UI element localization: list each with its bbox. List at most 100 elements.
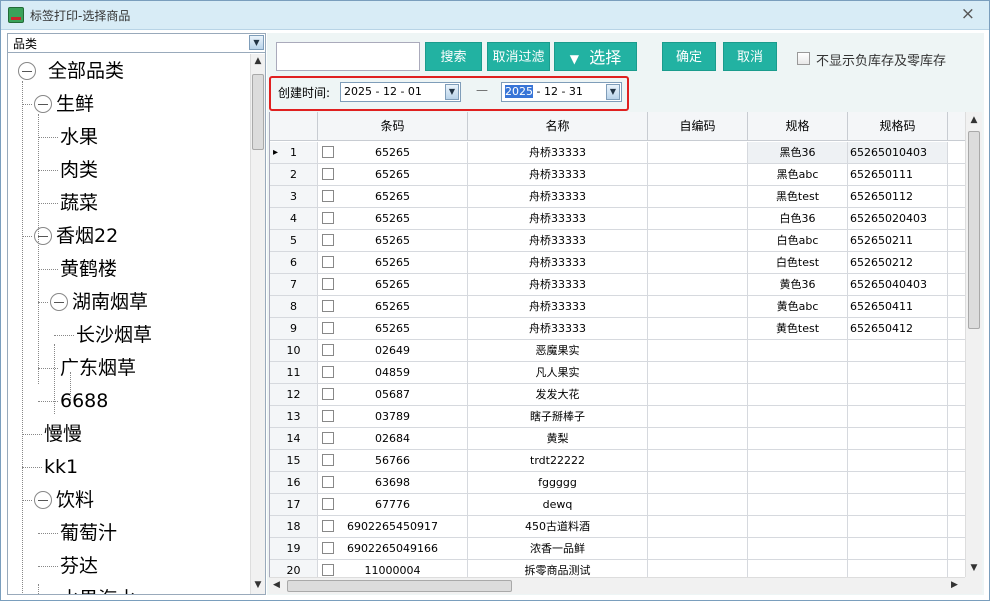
tree-item-label[interactable]: 全部品类 bbox=[48, 61, 124, 81]
hdr-barcode[interactable]: 条码 bbox=[318, 112, 468, 141]
tree-item-label[interactable]: 饮料 bbox=[56, 490, 94, 510]
row-header[interactable]: 9 bbox=[270, 318, 318, 340]
row-header[interactable]: 5 bbox=[270, 230, 318, 252]
tree-item-label[interactable]: 香烟22 bbox=[56, 226, 118, 246]
row-checkbox[interactable] bbox=[322, 146, 334, 158]
scroll-left-icon[interactable]: ◀ bbox=[273, 580, 280, 590]
spec-cell: 白色test bbox=[748, 252, 848, 274]
row-header[interactable]: 6 bbox=[270, 252, 318, 274]
collapse-toggle-icon[interactable] bbox=[34, 95, 52, 113]
row-checkbox[interactable] bbox=[322, 300, 334, 312]
tree-item-label[interactable]: 黄鹤楼 bbox=[60, 259, 117, 279]
hdr-code[interactable]: 自编码 bbox=[648, 112, 748, 141]
row-checkbox[interactable] bbox=[322, 256, 334, 268]
scroll-down-icon[interactable]: ▼ bbox=[251, 580, 265, 590]
row-header[interactable]: 14 bbox=[270, 428, 318, 450]
calendar-dropdown-icon[interactable]: ▼ bbox=[606, 84, 620, 100]
barcode-cell: 65265 bbox=[318, 142, 468, 164]
collapse-toggle-icon[interactable] bbox=[34, 227, 52, 245]
tree-item-label[interactable]: 生鲜 bbox=[56, 94, 94, 114]
close-icon[interactable]: × bbox=[961, 5, 975, 23]
row-checkbox[interactable] bbox=[322, 322, 334, 334]
row-checkbox[interactable] bbox=[322, 366, 334, 378]
tree-item-label[interactable]: 长沙烟草 bbox=[76, 325, 152, 345]
collapse-toggle-icon[interactable] bbox=[50, 293, 68, 311]
grid-hscroll-thumb[interactable] bbox=[287, 580, 512, 592]
row-header[interactable]: ▸ 1 bbox=[270, 142, 318, 164]
tree-item-label[interactable]: 水果汽水 bbox=[60, 589, 136, 594]
tree-item-label[interactable]: 蔬菜 bbox=[60, 193, 98, 213]
tree-item-label[interactable]: 芬达 bbox=[60, 556, 98, 576]
grid-vscroll-thumb[interactable] bbox=[968, 131, 980, 329]
chevron-down-icon[interactable]: ▼ bbox=[249, 35, 264, 50]
row-header[interactable]: 19 bbox=[270, 538, 318, 560]
scroll-right-icon[interactable]: ▶ bbox=[951, 580, 958, 590]
tree-item-label[interactable]: 水果 bbox=[60, 127, 98, 147]
row-header[interactable]: 4 bbox=[270, 208, 318, 230]
row-header[interactable]: 7 bbox=[270, 274, 318, 296]
start-date-picker[interactable]: 2025 - 12 - 01 ▼ bbox=[340, 82, 461, 102]
row-checkbox[interactable] bbox=[322, 168, 334, 180]
collapse-toggle-icon[interactable] bbox=[34, 491, 52, 509]
row-header[interactable]: 10 bbox=[270, 340, 318, 362]
row-header[interactable]: 16 bbox=[270, 472, 318, 494]
clear-filter-button[interactable]: 取消过滤 bbox=[487, 42, 550, 71]
select-dropdown-button[interactable]: ▼ 选择 bbox=[554, 42, 637, 71]
tree-scrollbar[interactable]: ▲ ▼ bbox=[250, 54, 265, 594]
row-checkbox[interactable] bbox=[322, 542, 334, 554]
filler-cell bbox=[948, 318, 965, 340]
row-checkbox[interactable] bbox=[322, 388, 334, 400]
code-cell bbox=[648, 318, 748, 340]
row-header[interactable]: 11 bbox=[270, 362, 318, 384]
tree-item-label[interactable]: 6688 bbox=[60, 391, 108, 411]
search-input[interactable] bbox=[276, 42, 420, 71]
barcode-text: 63698 bbox=[375, 476, 410, 489]
hdr-spec[interactable]: 规格 bbox=[748, 112, 848, 141]
scroll-down-icon[interactable]: ▼ bbox=[966, 563, 982, 573]
row-header[interactable]: 17 bbox=[270, 494, 318, 516]
scroll-up-icon[interactable]: ▲ bbox=[966, 115, 982, 125]
cancel-button[interactable]: 取消 bbox=[723, 42, 777, 71]
row-checkbox[interactable] bbox=[322, 410, 334, 422]
calendar-dropdown-icon[interactable]: ▼ bbox=[445, 84, 459, 100]
collapse-toggle-icon[interactable] bbox=[18, 62, 36, 80]
tree-item-label[interactable]: 慢慢 bbox=[44, 424, 82, 444]
row-header[interactable]: 15 bbox=[270, 450, 318, 472]
tree-item-label[interactable]: 葡萄汁 bbox=[60, 523, 117, 543]
row-checkbox[interactable] bbox=[322, 454, 334, 466]
row-checkbox[interactable] bbox=[322, 212, 334, 224]
row-checkbox[interactable] bbox=[322, 476, 334, 488]
row-checkbox[interactable] bbox=[322, 344, 334, 356]
tree-connector bbox=[38, 401, 58, 402]
confirm-button[interactable]: 确定 bbox=[662, 42, 716, 71]
scroll-up-icon[interactable]: ▲ bbox=[251, 56, 265, 66]
category-select[interactable]: 品类 ▼ bbox=[8, 34, 265, 53]
tree-item-label[interactable]: 广东烟草 bbox=[60, 358, 136, 378]
search-button[interactable]: 搜索 bbox=[425, 42, 482, 71]
grid-horizontal-scrollbar[interactable]: ◀ ▶ bbox=[269, 577, 965, 594]
row-header[interactable]: 12 bbox=[270, 384, 318, 406]
tree-scroll-thumb[interactable] bbox=[252, 74, 264, 150]
row-header[interactable]: 3 bbox=[270, 186, 318, 208]
row-checkbox[interactable] bbox=[322, 190, 334, 202]
row-checkbox[interactable] bbox=[322, 278, 334, 290]
hdr-name[interactable]: 名称 bbox=[468, 112, 648, 141]
row-checkbox[interactable] bbox=[322, 520, 334, 532]
row-header[interactable]: 20 bbox=[270, 560, 318, 577]
tree-item-label[interactable]: 湖南烟草 bbox=[72, 292, 148, 312]
row-checkbox[interactable] bbox=[322, 432, 334, 444]
row-header[interactable]: 18 bbox=[270, 516, 318, 538]
hdr-spec-code[interactable]: 规格码 bbox=[848, 112, 948, 141]
row-checkbox[interactable] bbox=[322, 498, 334, 510]
end-date-picker[interactable]: 2025 - 12 - 31 ▼ bbox=[501, 82, 622, 102]
hide-stock-checkbox[interactable] bbox=[797, 52, 810, 65]
row-checkbox[interactable] bbox=[322, 234, 334, 246]
row-header[interactable]: 13 bbox=[270, 406, 318, 428]
row-header[interactable]: 2 bbox=[270, 164, 318, 186]
row-header[interactable]: 8 bbox=[270, 296, 318, 318]
spec-code-cell bbox=[848, 538, 948, 560]
tree-item-label[interactable]: 肉类 bbox=[60, 160, 98, 180]
tree-item-label[interactable]: kk1 bbox=[44, 457, 78, 477]
grid-vertical-scrollbar[interactable]: ▲ ▼ bbox=[965, 112, 982, 577]
row-checkbox[interactable] bbox=[322, 564, 334, 576]
